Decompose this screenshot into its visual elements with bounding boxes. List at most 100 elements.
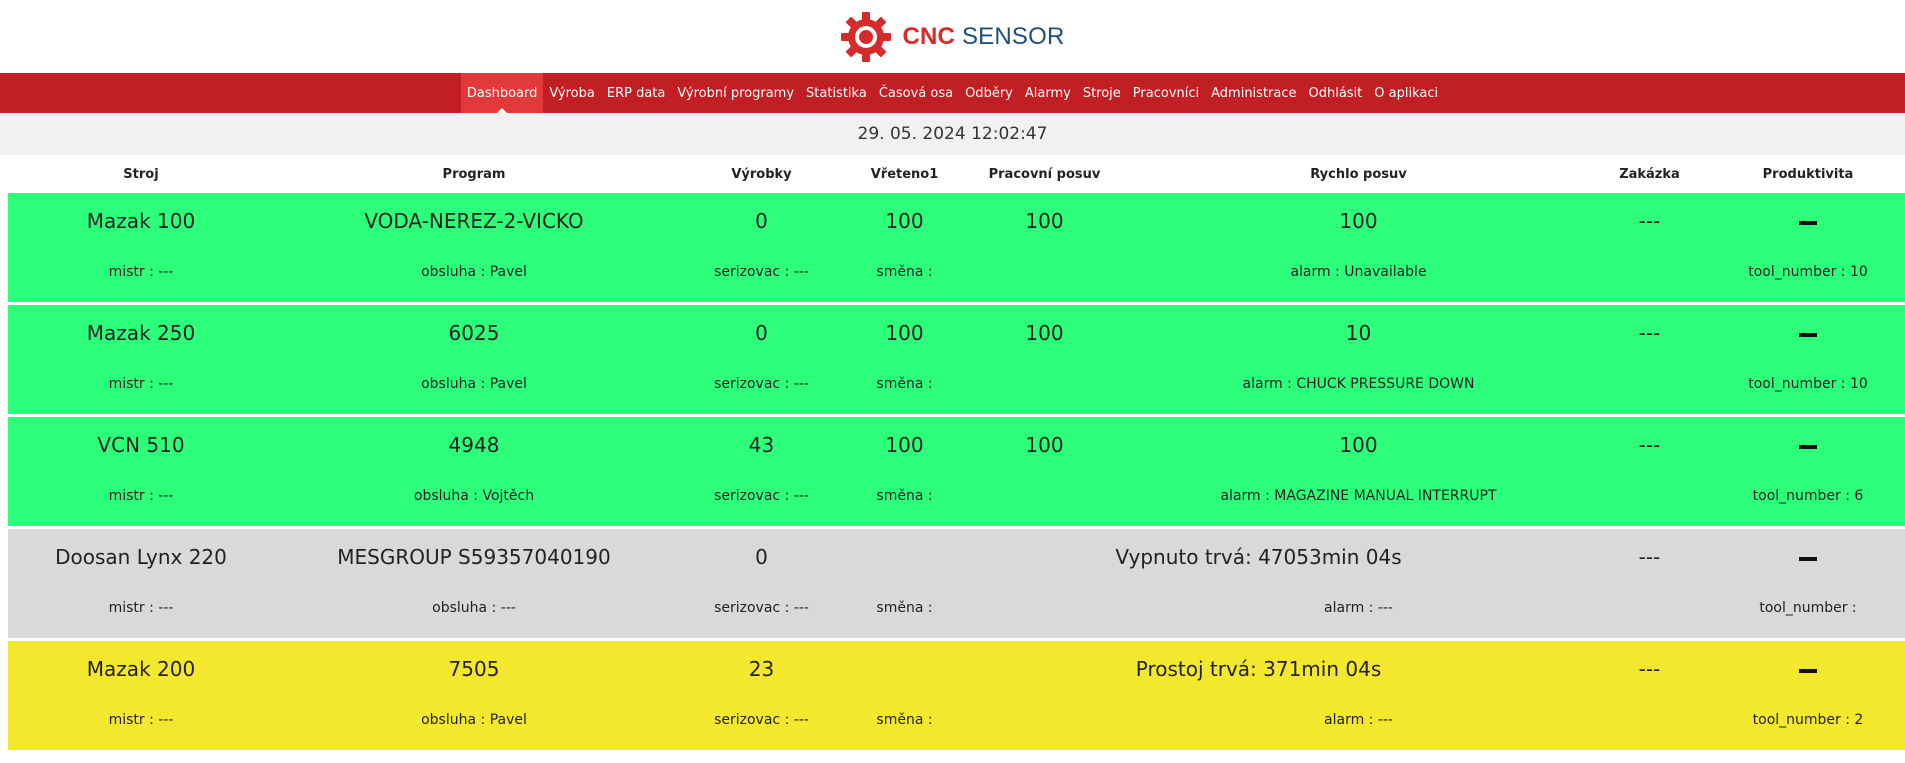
mistr-info: mistr : --- [108,263,174,280]
machine-row[interactable]: Doosan Lynx 220 MESGROUP S59357040190 0 … [8,529,1905,638]
vyrobky-value: 0 [755,321,768,345]
productivity-cell [1711,321,1905,345]
nav-statistika[interactable]: Statistika [800,73,873,113]
machine-row[interactable]: Mazak 250 6025 0 100 100 10 --- mistr : … [8,305,1905,414]
logo-sensor: SENSOR [961,22,1065,50]
nav-pracovnici[interactable]: Pracovníci [1127,73,1205,113]
vyrobky-value: 0 [755,545,768,569]
productivity-dash-icon [1799,668,1817,673]
header-pracovni-posuv: Pracovní posuv [988,166,1101,182]
pracovni-posuv-value: 100 [1025,209,1064,233]
serizovac-info: serizovac : --- [714,375,809,392]
machine-name: Doosan Lynx 220 [55,545,227,569]
program-name: MESGROUP S59357040190 [337,545,611,569]
mistr-info: mistr : --- [108,487,174,504]
program-name: 7505 [448,657,500,681]
nav-erp-data[interactable]: ERP data [601,73,672,113]
zakazka-value: --- [1638,209,1661,233]
smena-info: směna : [876,599,933,616]
serizovac-info: serizovac : --- [714,599,809,616]
nav-odbery[interactable]: Odběry [959,73,1019,113]
header-zakazka: Zakázka [1619,166,1680,182]
rychlo-posuv-value: 10 [1345,321,1372,345]
header-vyrobky: Výrobky [731,166,792,182]
zakazka-value: --- [1638,545,1661,569]
obsluha-info: obsluha : --- [432,599,516,616]
vyrobky-value: 0 [755,209,768,233]
vreteno-value: 100 [885,209,924,233]
tool-number-info: tool_number : [1759,599,1857,616]
machine-name: Mazak 100 [86,209,196,233]
program-name: 6025 [448,321,500,345]
nav-alarmy[interactable]: Alarmy [1019,73,1077,113]
zakazka-value: --- [1638,321,1661,345]
header-program: Program [442,166,506,182]
logo-cnc: CNC [902,22,956,50]
pracovni-posuv-value: 100 [1025,321,1064,345]
logo-text: CNC SENSOR [902,23,1064,51]
productivity-dash-icon [1799,332,1817,337]
tool-number-info: tool_number : 10 [1748,263,1868,280]
rychlo-posuv-value: 100 [1339,433,1378,457]
mistr-info: mistr : --- [108,375,174,392]
smena-info: směna : [876,487,933,504]
tool-number-info: tool_number : 2 [1752,711,1864,728]
vyrobky-value: 43 [748,433,775,457]
header-stroj: Stroj [123,166,159,182]
header-produktivita: Produktivita [1762,166,1854,182]
table-header: Stroj Program Výrobky Vřeteno1 Pracovní … [8,155,1905,193]
vyrobky-value: 23 [748,657,775,681]
nav-o-aplikaci[interactable]: O aplikaci [1368,73,1444,113]
machine-name: Mazak 200 [86,657,196,681]
alarm-info: alarm : Unavailable [1290,263,1427,280]
nav-dashboard[interactable]: Dashboard [460,73,544,113]
machine-row[interactable]: VCN 510 4948 43 100 100 100 --- mistr : … [8,417,1905,526]
machine-name: Mazak 250 [86,321,196,345]
status-duration-message: Prostoj trvá: 371min 04s [1135,657,1382,681]
obsluha-info: obsluha : Pavel [421,711,527,728]
mistr-info: mistr : --- [108,599,174,616]
header-vreteno1: Vřeteno1 [870,166,939,182]
logo[interactable]: CNC SENSOR [840,11,1064,63]
rychlo-posuv-value: 100 [1339,209,1378,233]
machine-row[interactable]: Mazak 100 VODA-NEREZ-2-VICKO 0 100 100 1… [8,193,1905,302]
nav-casova-osa[interactable]: Časová osa [873,73,959,113]
serizovac-info: serizovac : --- [714,487,809,504]
smena-info: směna : [876,375,933,392]
machine-table: Stroj Program Výrobky Vřeteno1 Pracovní … [8,155,1905,750]
tool-number-info: tool_number : 6 [1752,487,1864,504]
tool-number-info: tool_number : 10 [1748,375,1868,392]
nav-administrace[interactable]: Administrace [1205,73,1302,113]
obsluha-info: obsluha : Pavel [421,263,527,280]
alarm-info: alarm : --- [1324,711,1393,728]
nav-vyroba[interactable]: Výroba [543,73,600,113]
productivity-cell [1711,657,1905,681]
smena-info: směna : [876,711,933,728]
machine-name: VCN 510 [97,433,185,457]
zakazka-value: --- [1638,657,1661,681]
nav-stroje[interactable]: Stroje [1077,73,1127,113]
smena-info: směna : [876,263,933,280]
gear-logo-icon [841,11,892,62]
nav-odhlasit[interactable]: Odhlásit [1303,73,1369,113]
productivity-dash-icon [1799,220,1817,225]
productivity-cell [1711,545,1905,569]
nav-vyrobni-programy[interactable]: Výrobní programy [671,73,800,113]
header-rychlo-posuv: Rychlo posuv [1310,166,1407,182]
obsluha-info: obsluha : Pavel [421,375,527,392]
alarm-info: alarm : --- [1324,599,1393,616]
productivity-dash-icon [1799,556,1817,561]
alarm-info: alarm : CHUCK PRESSURE DOWN [1242,375,1475,392]
status-duration-message: Vypnuto trvá: 47053min 04s [1115,545,1402,569]
serizovac-info: serizovac : --- [714,711,809,728]
current-datetime: 29. 05. 2024 12:02:47 [0,113,1905,155]
serizovac-info: serizovac : --- [714,263,809,280]
productivity-dash-icon [1799,444,1817,449]
program-name: VODA-NEREZ-2-VICKO [364,209,584,233]
machine-row[interactable]: Mazak 200 7505 23 Prostoj trvá: 371min 0… [8,641,1905,750]
vreteno-value: 100 [885,433,924,457]
alarm-info: alarm : MAGAZINE MANUAL INTERRUPT [1220,487,1497,504]
main-nav: Dashboard Výroba ERP data Výrobní progra… [0,73,1905,113]
header: CNC SENSOR [0,0,1905,73]
obsluha-info: obsluha : Vojtěch [413,487,535,504]
